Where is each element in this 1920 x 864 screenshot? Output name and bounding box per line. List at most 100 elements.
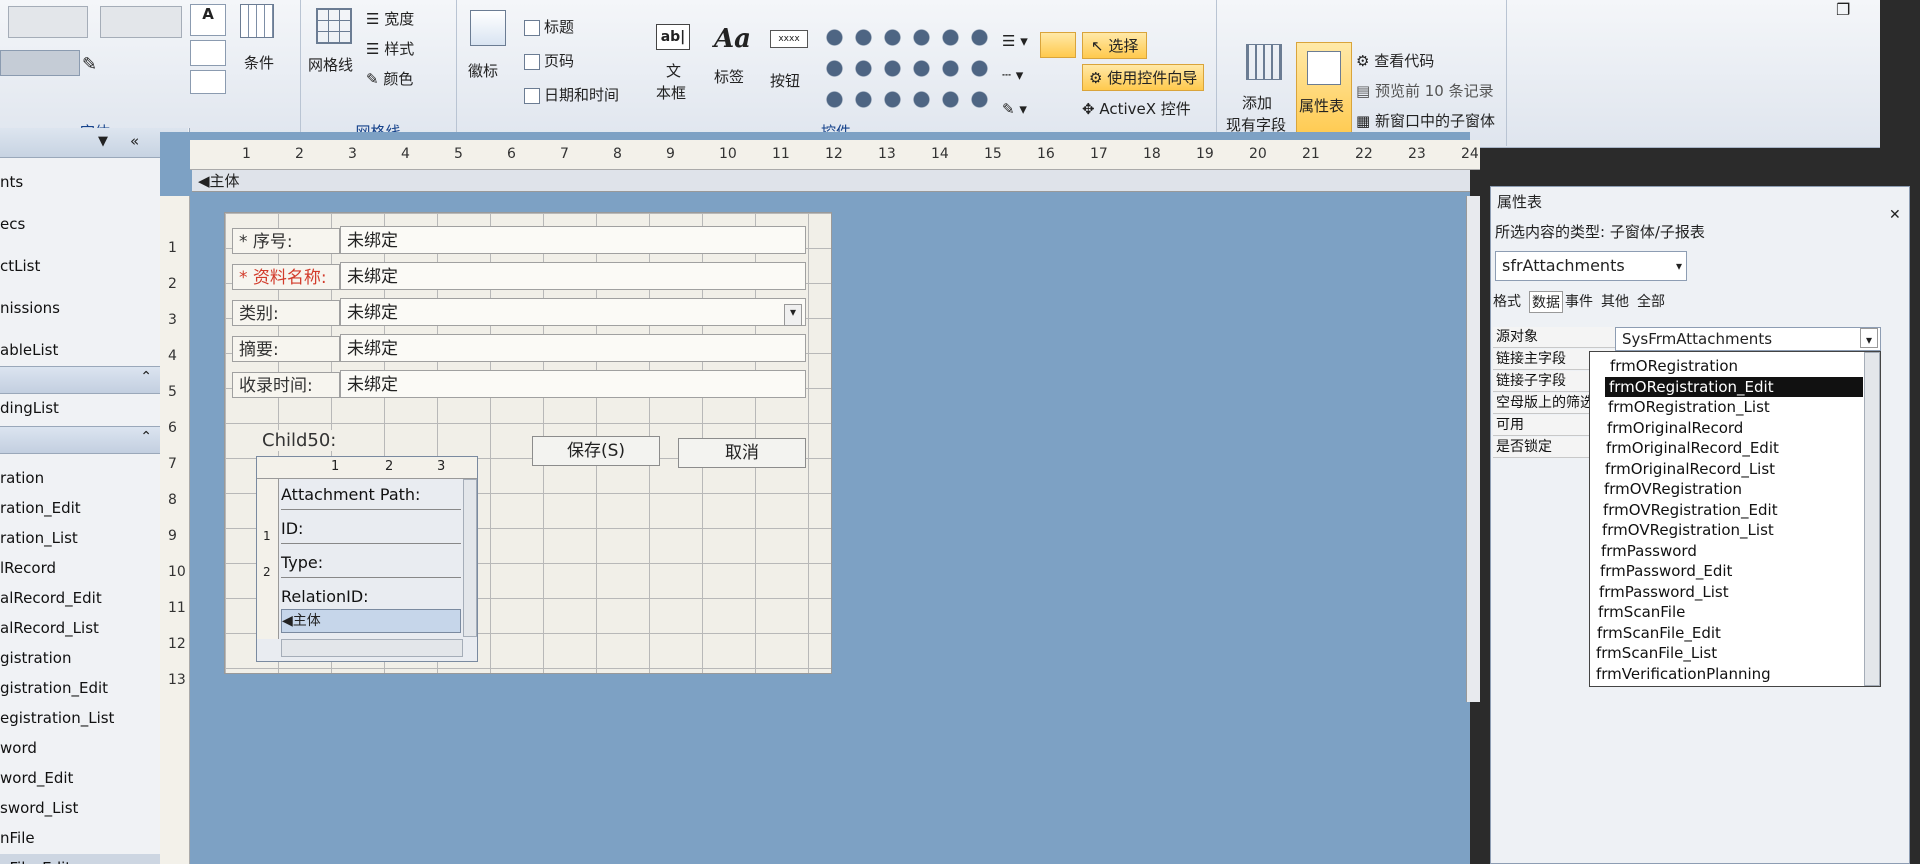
gridlines-button[interactable]: 网格线 xyxy=(308,54,353,75)
source-object-field[interactable]: SysFrmAttachments ▾ xyxy=(1615,327,1881,351)
tab-event[interactable]: 事件 xyxy=(1565,291,1593,311)
dropdown-item[interactable]: frmOVRegistration xyxy=(1600,479,1858,499)
condition-button[interactable]: 条件 xyxy=(244,52,274,73)
ruler-mark: 20 xyxy=(1249,146,1267,162)
subform-field[interactable]: Attachment Path: xyxy=(281,481,461,510)
subform-ruler-mark: 2 xyxy=(385,459,394,474)
tab-all[interactable]: 全部 xyxy=(1637,291,1665,311)
textbox-icon[interactable]: ab| xyxy=(656,24,690,50)
conditional-format-icon[interactable] xyxy=(240,4,274,38)
dropdown-item[interactable]: frmScanFile xyxy=(1594,602,1852,622)
property-sheet-button[interactable]: 属性表 xyxy=(1296,42,1352,140)
restore-window-icon[interactable]: ❐ xyxy=(1836,0,1850,19)
field-value[interactable]: 未绑定 xyxy=(340,262,806,290)
preview-records-button[interactable]: ▤ 预览前 10 条记录 xyxy=(1356,80,1494,101)
dropdown-item[interactable]: frmOVRegistration_Edit xyxy=(1599,500,1857,520)
add-fields-icon[interactable] xyxy=(1246,44,1282,80)
subform-window-button[interactable]: ▦ 新窗口中的子窗体 xyxy=(1356,110,1495,131)
detail-section-header[interactable]: ◀主体 xyxy=(192,170,1470,192)
subform-field[interactable]: RelationID: xyxy=(281,583,461,612)
chevron-down-icon: ▾ xyxy=(1675,259,1682,273)
dropdown-item[interactable]: frmORegistration_Edit xyxy=(1605,376,1863,397)
font-size-combo[interactable] xyxy=(100,6,182,38)
subform-hscrollbar[interactable] xyxy=(281,639,463,657)
dropdown-item[interactable]: frmOriginalRecord xyxy=(1603,418,1861,438)
format-painter-icon[interactable]: ✎ xyxy=(82,54,97,75)
child-label[interactable]: Child50: xyxy=(262,430,337,451)
add-fields-line1[interactable]: 添加 xyxy=(1242,92,1272,113)
page-number-button[interactable]: 页码 xyxy=(524,50,574,71)
control-wizard-button[interactable]: ⚙ 使用控件向导 xyxy=(1082,64,1205,91)
subform-vscrollbar[interactable] xyxy=(463,479,477,637)
line-icon[interactable]: ☰ ▾ xyxy=(1002,32,1028,50)
section-collapse-icon[interactable]: ⌃ xyxy=(140,369,152,385)
subform-field[interactable]: ID: xyxy=(281,515,461,544)
chevron-down-icon[interactable]: ▾ xyxy=(784,304,802,326)
section-collapse-icon[interactable]: ⌃ xyxy=(140,429,152,445)
tab-format[interactable]: 格式 xyxy=(1493,291,1521,311)
view-code-button[interactable]: ⚙ 查看代码 xyxy=(1356,50,1434,71)
field-value[interactable]: 未绑定 xyxy=(340,298,806,326)
property-name[interactable]: 源对象 xyxy=(1493,327,1615,348)
object-selector[interactable]: sfrAttachments ▾ xyxy=(1495,251,1687,281)
dropdown-scrollbar[interactable] xyxy=(1864,352,1880,686)
dropdown-item[interactable]: frmOVRegistration_List xyxy=(1598,520,1856,540)
chevron-down-icon[interactable]: ▾ xyxy=(1860,328,1878,348)
dropdown-item[interactable]: frmVerificationPlanning xyxy=(1592,664,1850,684)
subform-vruler: 1 2 xyxy=(257,479,279,639)
color-button[interactable]: ✎ 颜色 xyxy=(366,68,413,89)
font-color-icon[interactable]: A xyxy=(190,4,226,36)
save-button[interactable]: 保存(S) xyxy=(532,436,660,466)
tab-other[interactable]: 其他 xyxy=(1601,291,1629,311)
select-button[interactable]: ↖ 选择 xyxy=(1082,32,1148,59)
gridlines-icon[interactable] xyxy=(316,8,352,44)
vruler-mark: 9 xyxy=(168,528,177,544)
button-button[interactable]: 按钮 xyxy=(770,70,800,91)
alt-row-color-icon[interactable] xyxy=(190,70,226,94)
activex-button[interactable]: ✥ ActiveX 控件 xyxy=(1082,98,1191,119)
dropdown-item[interactable]: frmPassword_List xyxy=(1595,582,1853,602)
style-button[interactable]: ☰ 样式 xyxy=(366,38,414,59)
border-style-icon[interactable]: ┄ ▾ xyxy=(1002,66,1023,84)
dropdown-item[interactable]: frmOriginalRecord_List xyxy=(1601,459,1859,479)
dropdown-item[interactable]: frmScanFile_List xyxy=(1592,643,1850,663)
textbox-button-line2[interactable]: 本框 xyxy=(656,82,686,103)
ruler-mark: 5 xyxy=(454,146,463,162)
subform-section-bar[interactable]: ◀主体 xyxy=(281,609,461,633)
dropdown-item[interactable]: frmPassword_Edit xyxy=(1596,561,1854,581)
label-icon[interactable]: Aa xyxy=(714,24,751,54)
design-scrollbar[interactable] xyxy=(1466,196,1480,702)
font-name-combo[interactable] xyxy=(8,6,88,38)
control-icons-grid[interactable] xyxy=(820,22,992,114)
nav-dropdown-icon[interactable]: ▼ xyxy=(98,134,108,149)
field-value[interactable]: 未绑定 xyxy=(340,226,806,254)
logo-button[interactable]: 徽标 xyxy=(468,60,498,81)
fill-color-icon[interactable] xyxy=(190,40,226,66)
dropdown-item[interactable]: frmPassword xyxy=(1597,541,1855,561)
title-button[interactable]: 标题 xyxy=(524,16,574,37)
label-button[interactable]: 标签 xyxy=(714,66,744,87)
dropdown-item[interactable]: frmOriginalRecord_Edit xyxy=(1602,438,1860,458)
pointer-icon: ↖ xyxy=(1091,37,1109,55)
field-value[interactable]: 未绑定 xyxy=(340,370,806,398)
line-color-icon[interactable]: ✎ ▾ xyxy=(1002,100,1027,118)
width-button[interactable]: ☰ 宽度 xyxy=(366,8,414,29)
dropdown-item[interactable]: frmORegistration xyxy=(1606,356,1864,376)
dropdown-item[interactable]: frmORegistration_List xyxy=(1604,397,1862,417)
datetime-button[interactable]: 日期和时间 xyxy=(524,84,619,105)
nav-collapse-icon[interactable]: « xyxy=(130,132,139,150)
dropdown-item[interactable]: frmScanFile_Edit xyxy=(1593,623,1851,643)
cancel-button[interactable]: 取消 xyxy=(678,438,806,468)
close-icon[interactable]: ✕ xyxy=(1889,207,1901,223)
button-icon[interactable]: xxxx xyxy=(770,30,808,48)
textbox-button-line1[interactable]: 文 xyxy=(666,60,681,81)
tab-data[interactable]: 数据 xyxy=(1529,291,1563,313)
ruler-mark: 24 xyxy=(1461,146,1479,162)
align-buttons[interactable] xyxy=(0,50,80,76)
logo-icon[interactable] xyxy=(470,10,506,46)
rectangle-icon[interactable] xyxy=(1040,32,1076,58)
subform-icon: ▦ xyxy=(1356,112,1375,130)
subform-field[interactable]: Type: xyxy=(281,549,461,578)
subform-control[interactable]: 1 2 3 1 2 Attachment Path: ID: Type: Relati… xyxy=(256,456,478,662)
field-value[interactable]: 未绑定 xyxy=(340,334,806,362)
